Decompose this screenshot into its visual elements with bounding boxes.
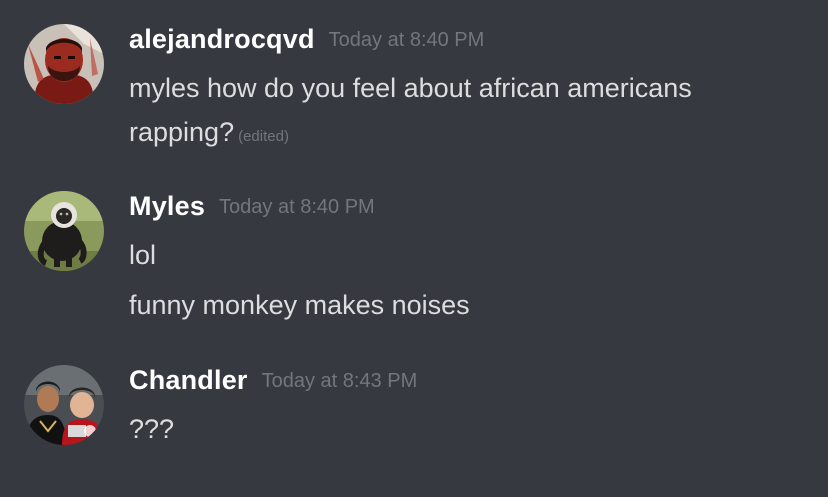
message-text: funny monkey makes noises <box>129 290 470 320</box>
timestamp: Today at 8:40 PM <box>328 29 485 51</box>
message-header: alejandrocqvd Today at 8:40 PM <box>129 24 484 55</box>
username[interactable]: Chandler <box>129 365 248 395</box>
edited-label: (edited) <box>238 128 289 145</box>
two-people-photo-avatar-icon <box>24 365 104 445</box>
message-header: Myles Today at 8:40 PM <box>129 191 375 222</box>
username[interactable]: alejandrocqvd <box>129 24 315 54</box>
message-header: Chandler Today at 8:43 PM <box>129 365 417 396</box>
username[interactable]: Myles <box>129 191 205 221</box>
timestamp: Today at 8:40 PM <box>219 196 375 218</box>
red-bearded-man-avatar-icon <box>24 24 104 104</box>
message-text-line: rapping? (edited) <box>129 112 289 157</box>
message-text: ??? <box>129 414 175 444</box>
message-text: lol <box>129 240 157 270</box>
message-text: rapping? <box>129 117 235 147</box>
chat-message-list: alejandrocqvd Today at 8:40 PM myles how … <box>0 0 828 497</box>
message-text: myles how do you feel about african amer… <box>129 73 692 103</box>
monkey-avatar-icon <box>24 191 104 271</box>
avatar[interactable] <box>24 365 104 445</box>
avatar[interactable] <box>24 24 104 104</box>
avatar[interactable] <box>24 191 104 271</box>
timestamp: Today at 8:43 PM <box>261 370 418 392</box>
